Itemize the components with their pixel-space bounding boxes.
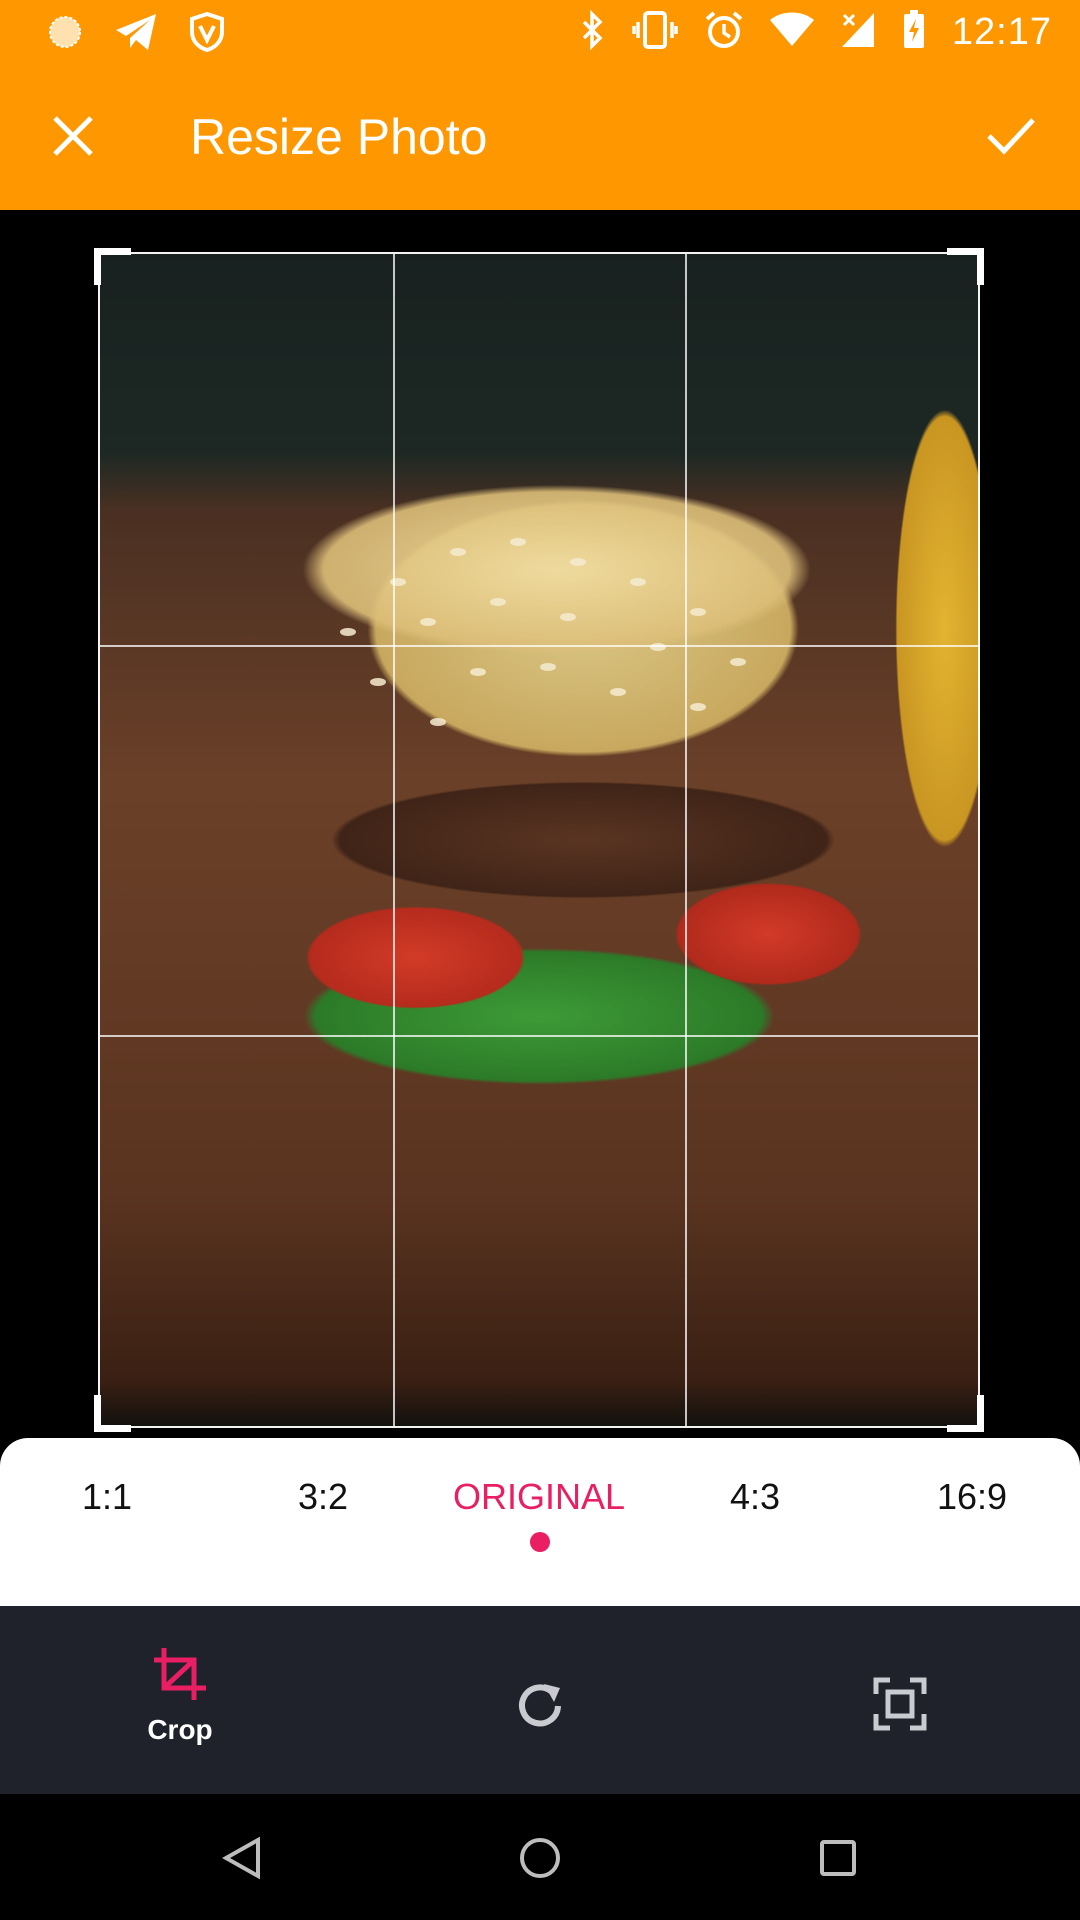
tool-bar: Crop xyxy=(0,1606,1080,1794)
fit-screen-icon xyxy=(873,1677,927,1731)
signal-icon xyxy=(840,11,876,54)
recents-icon xyxy=(820,1840,856,1876)
crop-label: Crop xyxy=(147,1714,213,1745)
clock-time: 12:17 xyxy=(951,11,1052,53)
crop-handle-bottom-left[interactable] xyxy=(94,1395,131,1432)
close-icon xyxy=(53,116,93,156)
rotate-icon xyxy=(519,1684,561,1727)
selected-indicator xyxy=(530,1532,550,1552)
crop-frame[interactable] xyxy=(94,248,984,1432)
close-button[interactable] xyxy=(40,103,106,169)
wifi-icon xyxy=(769,12,814,53)
home-icon xyxy=(520,1838,560,1878)
ratio-3-2[interactable]: 3:2 xyxy=(298,1476,348,1518)
aspect-ratio-panel: 1:1 3:2 ORIGINAL 4:3 16:9 xyxy=(0,1438,1080,1606)
back-button[interactable] xyxy=(214,1830,270,1886)
bluetooth-icon xyxy=(580,9,606,55)
crop-icon xyxy=(154,1648,206,1700)
photo-editor xyxy=(0,210,1080,1440)
check-icon xyxy=(987,118,1035,155)
shield-icon xyxy=(190,11,224,57)
sun-icon xyxy=(48,15,82,54)
app-bar: Resize Photo xyxy=(0,63,1080,210)
crop-tool-button[interactable]: Crop xyxy=(110,1644,250,1746)
recents-button[interactable] xyxy=(810,1830,866,1886)
status-bar: 12:17 xyxy=(0,0,1080,63)
vibrate-icon xyxy=(632,10,678,55)
confirm-button[interactable] xyxy=(978,103,1044,169)
telegram-icon xyxy=(114,12,158,57)
ratio-4-3[interactable]: 4:3 xyxy=(730,1476,780,1518)
grid-line xyxy=(100,644,978,647)
crop-handle-top-right[interactable] xyxy=(947,248,984,285)
grid-line xyxy=(392,254,395,1426)
grid-line xyxy=(685,254,688,1426)
ratio-16-9[interactable]: 16:9 xyxy=(937,1476,1007,1518)
page-title: Resize Photo xyxy=(190,109,488,165)
crop-handle-top-left[interactable] xyxy=(94,248,131,285)
alarm-icon xyxy=(704,10,744,55)
crop-handle-bottom-right[interactable] xyxy=(947,1395,984,1432)
back-icon xyxy=(222,1836,260,1880)
ratio-1-1[interactable]: 1:1 xyxy=(82,1476,132,1518)
ratio-original[interactable]: ORIGINAL xyxy=(453,1476,625,1518)
home-button[interactable] xyxy=(512,1830,568,1886)
fit-screen-button[interactable] xyxy=(830,1676,970,1732)
grid-line xyxy=(100,1035,978,1038)
system-nav-bar xyxy=(0,1794,1080,1920)
rotate-button[interactable] xyxy=(470,1676,610,1736)
battery-icon xyxy=(902,10,926,55)
